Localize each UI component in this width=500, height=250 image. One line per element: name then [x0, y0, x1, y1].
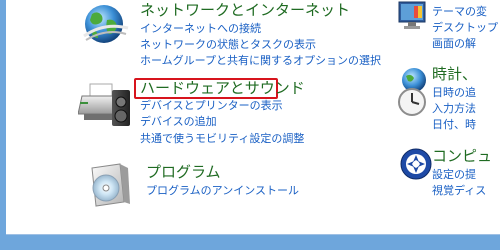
devices-printers-link[interactable]: デバイスとプリンターの表示 — [140, 98, 283, 113]
uninstall-program-link[interactable]: プログラムのアンインストール — [146, 183, 299, 198]
programs-box-icon[interactable] — [86, 160, 138, 210]
network-category-title[interactable]: ネットワークとインターネット — [140, 0, 350, 20]
mobility-settings-link[interactable]: 共通で使うモビリティ設定の調整 — [140, 131, 304, 146]
network-status-link[interactable]: ネットワークの状態とタスクの表示 — [140, 37, 316, 52]
homegroup-sharing-link[interactable]: ホームグループと共有に関するオプションの選択 — [140, 53, 381, 68]
printer-speaker-icon[interactable] — [77, 80, 134, 130]
date-time-link[interactable]: 日付、時 — [432, 117, 476, 132]
desktop-background-link[interactable]: デスクトップ — [432, 20, 498, 35]
visual-display-link[interactable]: 視覚ディス — [432, 183, 486, 198]
appearance-monitor-icon[interactable] — [398, 0, 426, 32]
ease-of-access-icon[interactable] — [400, 148, 432, 180]
theme-change-link[interactable]: テーマの変 — [432, 4, 487, 19]
control-panel-window: ネットワークとインターネット インターネットへの接続 ネットワークの状態とタスク… — [6, 0, 500, 235]
clock-globe-icon[interactable] — [394, 66, 432, 118]
add-clock-link[interactable]: 日時の追 — [432, 85, 476, 100]
ease-category-title[interactable]: コンピュ — [432, 146, 492, 166]
input-method-link[interactable]: 入力方法 — [432, 101, 476, 116]
network-globe-icon[interactable] — [80, 2, 132, 48]
suggested-settings-link[interactable]: 設定の提 — [432, 167, 476, 182]
programs-category-title[interactable]: プログラム — [146, 162, 221, 182]
add-device-link[interactable]: デバイスの追加 — [140, 114, 217, 129]
clock-category-title[interactable]: 時計、 — [432, 64, 477, 84]
screen-resolution-link[interactable]: 画面の解 — [432, 36, 476, 51]
hardware-category-title[interactable]: ハードウェアとサウンド — [140, 78, 305, 98]
connect-internet-link[interactable]: インターネットへの接続 — [140, 21, 261, 36]
